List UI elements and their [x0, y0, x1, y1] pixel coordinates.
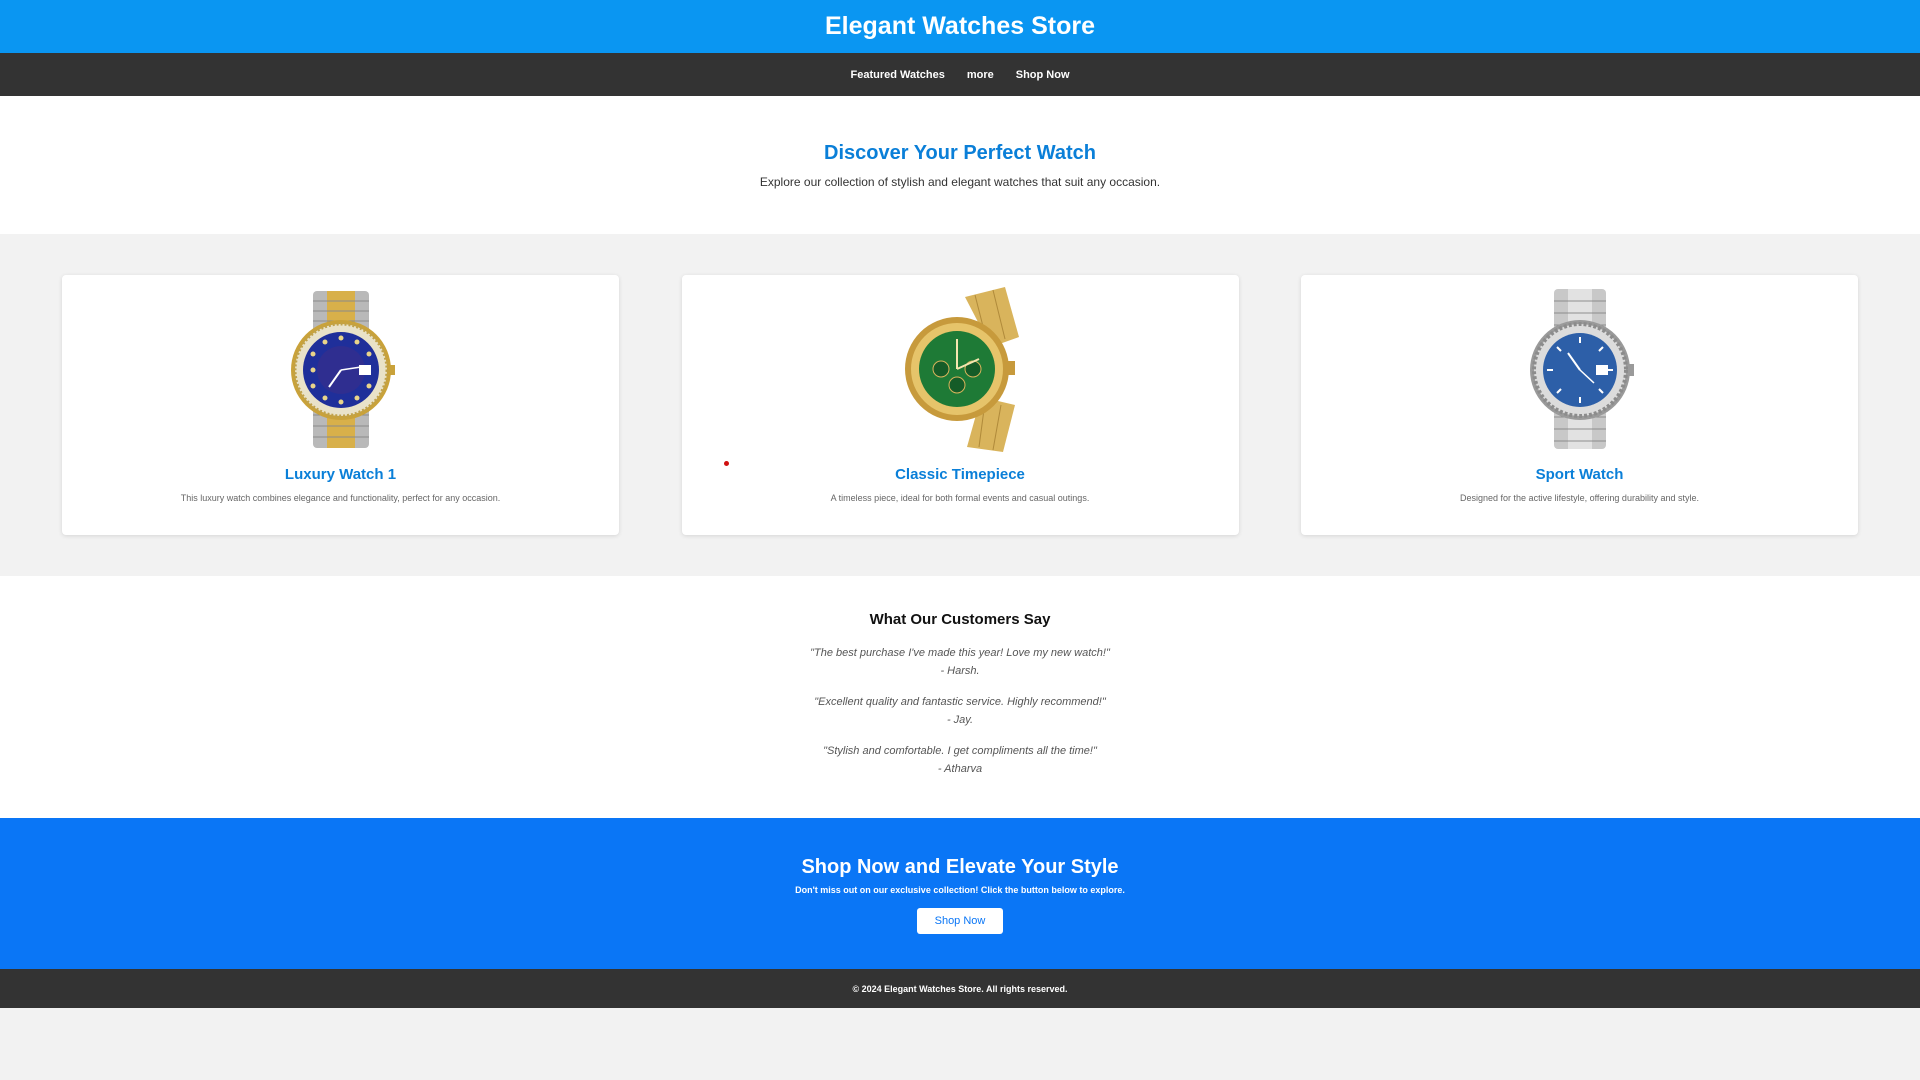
site-header: Elegant Watches Store [0, 0, 1920, 53]
watch-steel-blue-dial-icon [1529, 289, 1634, 449]
product-card-luxury-watch[interactable]: Luxury Watch 1 This luxury watch combine… [62, 275, 619, 535]
shop-now-button[interactable]: Shop Now [916, 908, 1004, 934]
product-image [281, 287, 401, 452]
testimonials-section: What Our Customers Say "The best purchas… [0, 576, 1920, 818]
testimonial-item: "The best purchase I've made this year! … [810, 644, 1110, 680]
featured-products: Luxury Watch 1 This luxury watch combine… [0, 234, 1920, 576]
product-title[interactable]: Luxury Watch 1 [285, 466, 396, 483]
product-image [1520, 287, 1640, 452]
product-title[interactable]: Classic Timepiece [895, 466, 1025, 483]
cta-title: Shop Now and Elevate Your Style [801, 856, 1119, 878]
testimonial-item: "Stylish and comfortable. I get complime… [823, 742, 1097, 778]
product-description: Designed for the active lifestyle, offer… [1460, 493, 1699, 503]
product-description: This luxury watch combines elegance and … [180, 493, 501, 503]
product-card-sport-watch[interactable]: Sport Watch Designed for the active life… [1301, 275, 1858, 535]
nav-more[interactable]: more [967, 69, 994, 81]
product-description: A timeless piece, ideal for both formal … [830, 493, 1090, 503]
testimonial-quote: "Stylish and comfortable. I get complime… [823, 745, 1097, 757]
red-dot-indicator [723, 461, 729, 466]
hero-subtitle: Explore our collection of stylish and el… [759, 174, 1161, 189]
product-title[interactable]: Sport Watch [1536, 466, 1624, 483]
nav-featured-watches[interactable]: Featured Watches [850, 69, 944, 81]
product-card-classic-timepiece[interactable]: Classic Timepiece A timeless piece, idea… [681, 275, 1239, 535]
site-footer: © 2024 Elegant Watches Store. All rights… [0, 969, 1920, 1008]
testimonials-title: What Our Customers Say [869, 611, 1051, 628]
footer-copyright: © 2024 Elegant Watches Store. All rights… [852, 983, 1068, 994]
testimonial-author: - Jay. [946, 714, 974, 726]
watch-gold-green-dial-icon [905, 287, 1019, 452]
hero-section: Discover Your Perfect Watch Explore our … [0, 96, 1920, 234]
main-nav: Featured Watches more Shop Now [0, 53, 1920, 96]
testimonial-item: "Excellent quality and fantastic service… [814, 693, 1106, 729]
nav-shop-now[interactable]: Shop Now [1016, 69, 1070, 81]
site-title: Elegant Watches Store [825, 12, 1095, 40]
testimonial-quote: "The best purchase I've made this year! … [810, 647, 1110, 659]
cta-section: Shop Now and Elevate Your Style Don't mi… [0, 818, 1920, 969]
testimonial-author: - Atharva [937, 763, 983, 775]
testimonial-quote: "Excellent quality and fantastic service… [814, 696, 1106, 708]
product-image [895, 287, 1025, 452]
testimonial-author: - Harsh. [940, 665, 980, 677]
cta-text: Don't miss out on our exclusive collecti… [795, 885, 1125, 895]
hero-title: Discover Your Perfect Watch [824, 141, 1096, 164]
watch-gold-blue-dial-icon [290, 291, 395, 448]
